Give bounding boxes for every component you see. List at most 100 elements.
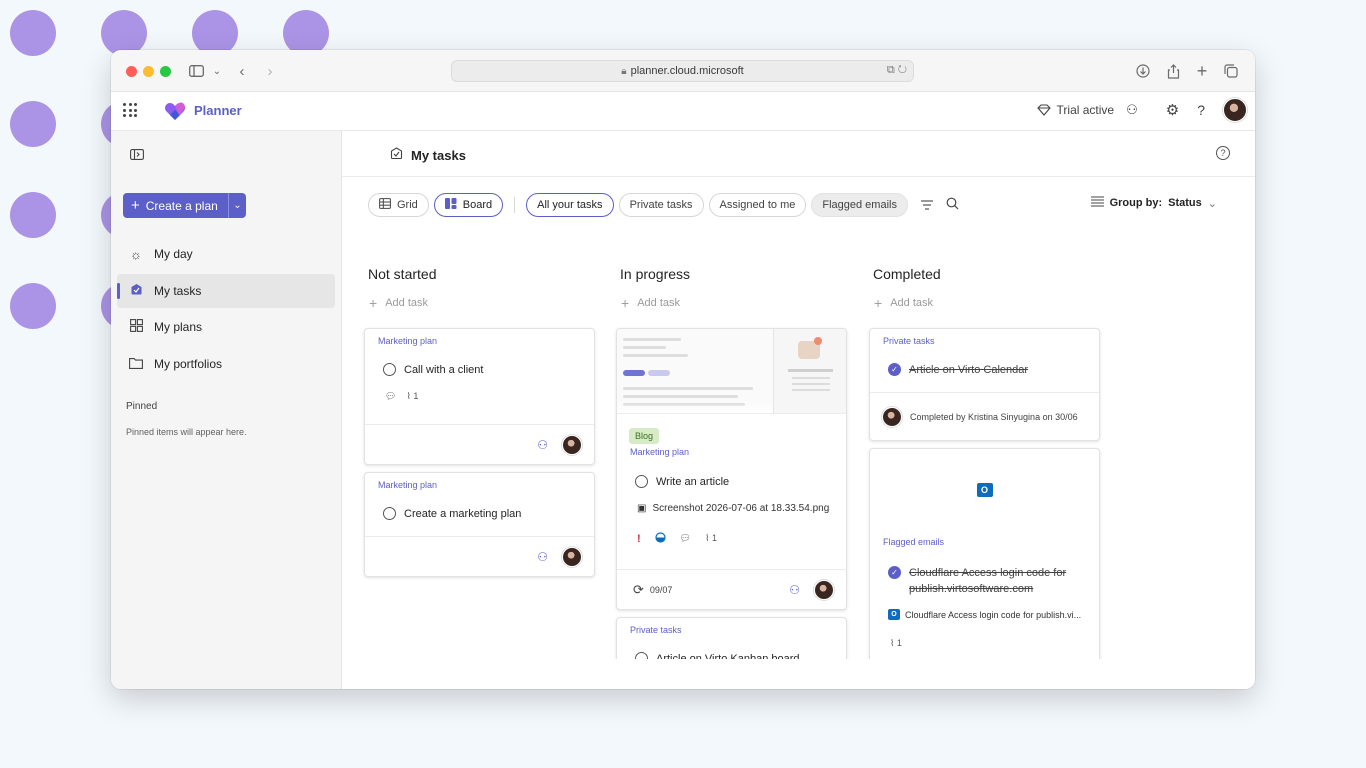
task-title: Write an article <box>656 475 730 488</box>
task-title: Create a marketing plan <box>404 507 522 520</box>
attachment-preview <box>617 329 846 414</box>
plus-icon: + <box>874 295 883 311</box>
attachment-filename[interactable]: Screenshot 2026-07-06 at 18.33.54.png <box>652 503 829 514</box>
add-task-button[interactable]: + Add task <box>364 295 595 311</box>
folder-icon <box>128 357 144 372</box>
decor-dot <box>10 101 56 147</box>
email-link[interactable]: Cloudflare Access login code for publish… <box>905 610 1081 620</box>
filter-flagged-emails[interactable]: Flagged emails <box>811 193 908 217</box>
completed-check-icon[interactable]: ✓ <box>888 363 901 376</box>
people-icon[interactable]: ⚇ <box>1126 102 1138 118</box>
outlook-icon: O <box>976 483 993 497</box>
create-plan-button[interactable]: + Create a plan <box>123 193 228 218</box>
settings-icon[interactable]: ⚙ <box>1166 101 1179 119</box>
minimize-window-button[interactable] <box>143 66 154 77</box>
forward-icon[interactable]: › <box>263 61 277 81</box>
app-launcher-icon[interactable] <box>123 103 137 117</box>
share-icon[interactable] <box>1165 61 1181 81</box>
complete-task-checkbox[interactable] <box>635 475 648 488</box>
zoom-window-button[interactable] <box>160 66 171 77</box>
column-title: Not started <box>368 266 437 282</box>
plus-icon: + <box>369 295 378 311</box>
assignee-avatar[interactable] <box>814 579 834 600</box>
add-task-button[interactable]: + Add task <box>869 295 1100 311</box>
attachment-count: 1 <box>413 391 419 401</box>
help-circle-icon[interactable]: ? <box>1216 146 1230 160</box>
paperclip-icon: ⌇ <box>406 391 411 401</box>
new-tab-icon[interactable]: + <box>1194 61 1210 81</box>
filter-all-tasks[interactable]: All your tasks <box>526 193 614 217</box>
task-card[interactable]: Private tasks ✓ Article on Virto Calenda… <box>869 328 1100 441</box>
complete-task-checkbox[interactable] <box>383 363 396 376</box>
board-column-in-progress: In progress + Add task Blog Marketing pl… <box>616 266 847 677</box>
page-title: My tasks <box>411 147 466 163</box>
sidebar-item-my-portfolios[interactable]: My portfolios <box>117 347 335 381</box>
comment-icon: 💬︎ <box>679 533 692 543</box>
complete-task-checkbox[interactable] <box>383 507 396 520</box>
tabs-overview-icon[interactable] <box>1223 61 1239 81</box>
column-title: In progress <box>620 266 691 282</box>
chevron-down-icon: ⌄ <box>1207 197 1217 210</box>
filter-private-tasks[interactable]: Private tasks <box>618 193 704 217</box>
pinned-empty-text: Pinned items will appear here. <box>126 427 247 437</box>
task-card[interactable]: Marketing plan Create a marketing plan ⚇ <box>364 472 595 577</box>
image-icon: ▣ <box>637 503 647 514</box>
main-content: My tasks ? Grid Board All your tasks Pri… <box>342 131 1255 689</box>
task-card[interactable]: Blog Marketing plan Write an article ▣ S… <box>616 328 847 610</box>
card-plan-name: Marketing plan <box>378 336 438 346</box>
task-card[interactable]: O Flagged emails ✓ Cloudflare Access log… <box>869 448 1100 677</box>
sidebar-toggle-icon[interactable] <box>187 61 205 81</box>
trial-status[interactable]: Trial active ⚇ <box>1036 102 1138 118</box>
help-icon[interactable]: ? <box>1197 102 1205 118</box>
close-window-button[interactable] <box>126 66 137 77</box>
assign-person-icon[interactable]: ⚇ <box>789 583 800 597</box>
comment-icon: 💬︎ <box>385 391 397 401</box>
assign-person-icon[interactable]: ⚇ <box>537 438 548 452</box>
browser-toolbar: ⌄ ‹ › 🔒︎ planner.cloud.microsoft ⧉ ↻ + <box>111 50 1255 92</box>
decor-dot <box>10 283 56 329</box>
assignee-avatar[interactable] <box>562 434 582 455</box>
add-task-label: Add task <box>637 297 680 309</box>
card-plan-name: Marketing plan <box>630 447 690 457</box>
create-plan-dropdown[interactable]: ⌄ <box>228 193 246 218</box>
task-title: Call with a client <box>404 363 484 376</box>
assignee-avatar[interactable] <box>562 546 582 567</box>
board-icon <box>444 198 457 212</box>
collapse-sidebar-icon[interactable] <box>130 148 144 163</box>
view-grid-button[interactable]: Grid <box>368 193 429 217</box>
filter-assigned-to-me[interactable]: Assigned to me <box>708 193 807 217</box>
view-board-button[interactable]: Board <box>433 193 504 217</box>
card-plan-name: Private tasks <box>883 336 935 346</box>
task-card[interactable]: Marketing plan Call with a client 💬︎ ⌇ 1… <box>364 328 595 465</box>
task-title: Article on Virto Calendar <box>909 363 1029 376</box>
assign-person-icon[interactable]: ⚇ <box>537 550 548 564</box>
download-icon[interactable] <box>1135 61 1151 81</box>
paperclip-icon: ⌇ <box>890 638 895 648</box>
sidebar-item-my-tasks[interactable]: My tasks <box>117 274 335 308</box>
back-icon[interactable]: ‹ <box>235 61 249 81</box>
add-task-label: Add task <box>385 297 428 309</box>
translate-reload-icon[interactable]: ⧉ ↻ <box>887 64 907 77</box>
user-avatar[interactable] <box>1223 98 1247 122</box>
search-icon[interactable] <box>946 197 959 213</box>
list-icon <box>1090 196 1104 210</box>
address-bar[interactable]: 🔒︎ planner.cloud.microsoft ⧉ ↻ <box>451 60 914 82</box>
completed-check-icon[interactable]: ✓ <box>888 566 901 579</box>
attachment-indicator: ⌇ 1 <box>406 391 418 402</box>
add-task-button[interactable]: + Add task <box>616 295 847 311</box>
table-icon <box>379 198 391 212</box>
chevron-down-icon[interactable]: ⌄ <box>211 61 223 81</box>
attachment-indicator: ⌇ 1 <box>705 533 717 544</box>
group-by-value: Status <box>1168 197 1202 209</box>
filter-icon[interactable] <box>920 198 933 213</box>
trial-label: Trial active <box>1056 103 1115 117</box>
sidebar-item-my-plans[interactable]: My plans <box>117 310 335 344</box>
grid-icon <box>128 319 144 335</box>
sidebar-item-my-day[interactable]: ☼ My day <box>117 237 335 271</box>
decor-dot <box>10 10 56 56</box>
filter-label: Assigned to me <box>719 199 796 211</box>
group-by-dropdown[interactable]: Group by: Status ⌄ <box>1090 196 1217 210</box>
column-title: Completed <box>873 266 941 282</box>
due-date: 09/07 <box>649 584 673 595</box>
paperclip-icon: ⌇ <box>705 533 710 543</box>
